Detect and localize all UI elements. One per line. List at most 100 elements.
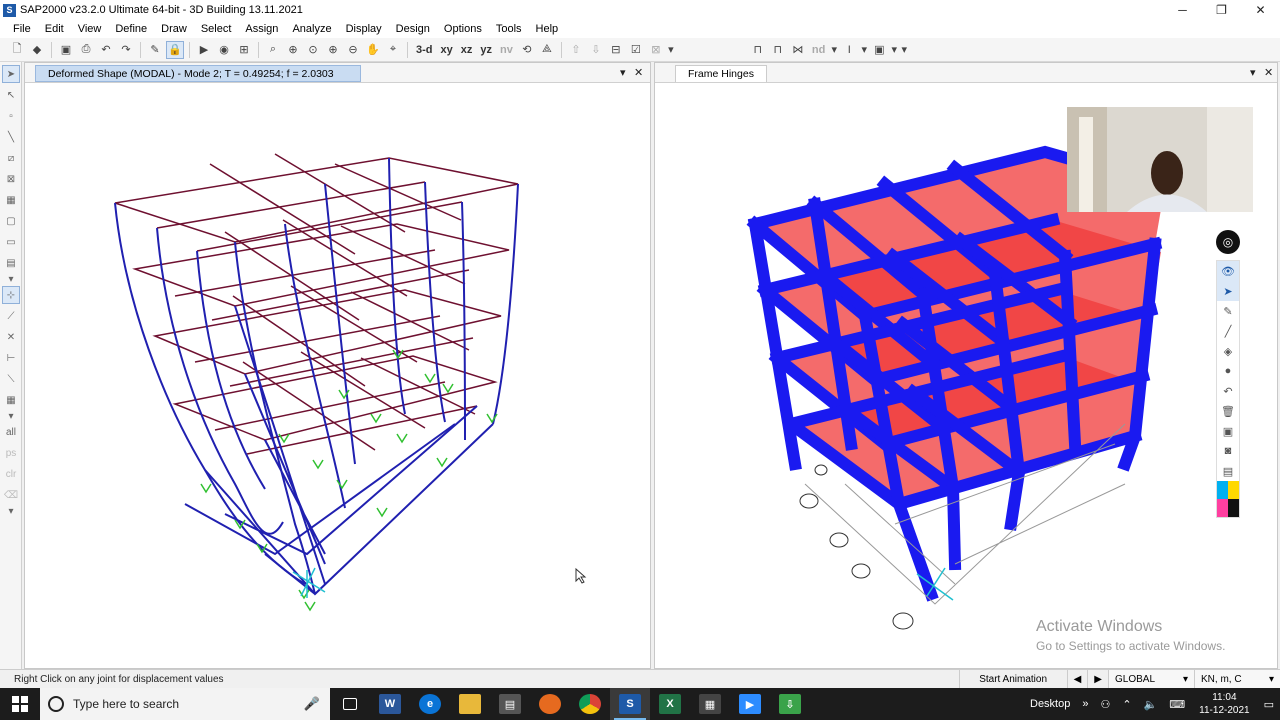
pencil-icon[interactable]: ✎ (146, 41, 164, 59)
area-icon[interactable]: ▣ (870, 41, 888, 59)
lock-model-icon[interactable]: ⊞ (235, 41, 253, 59)
zoom-previous-icon[interactable]: ⊙ (304, 41, 322, 59)
next-mode-button[interactable]: ▶ (1087, 670, 1108, 688)
view-xy-button[interactable]: xy (438, 41, 456, 59)
chevron-down-icon[interactable]: ▾ (667, 41, 675, 59)
taskbar-calculator[interactable]: ▦ (690, 688, 730, 720)
pointer-icon[interactable]: ➤ (2, 65, 20, 83)
notification-icon[interactable]: ▭ (1258, 698, 1280, 711)
clipboard-icon[interactable]: ▤ (1217, 461, 1239, 481)
taskbar-file-explorer[interactable] (450, 688, 490, 720)
draw-line-icon[interactable]: ╲ (2, 128, 20, 146)
maximize-button[interactable]: ❐ (1202, 0, 1241, 20)
pointer-icon[interactable]: ➤ (1217, 281, 1239, 301)
clr-icon[interactable]: clr (2, 465, 20, 483)
taskbar-search[interactable]: Type here to search 🎤 (40, 688, 330, 720)
draw-cross-icon[interactable]: ⊠ (2, 170, 20, 188)
taskbar-excel[interactable]: X (650, 688, 690, 720)
print-icon[interactable]: ⎙ (77, 41, 95, 59)
menu-define[interactable]: Define (108, 23, 154, 35)
menu-design[interactable]: Design (389, 23, 437, 35)
run-analysis-icon[interactable]: ▶ (195, 41, 213, 59)
reshape-icon[interactable]: ↖ (2, 86, 20, 104)
menu-tools[interactable]: Tools (489, 23, 529, 35)
menu-options[interactable]: Options (437, 23, 489, 35)
pen-icon[interactable]: ✎ (1217, 301, 1239, 321)
menu-display[interactable]: Display (339, 23, 389, 35)
trash-icon[interactable]: 🗑 (1217, 401, 1239, 421)
menu-file[interactable]: File (6, 23, 38, 35)
menu-edit[interactable]: Edit (38, 23, 71, 35)
select-x-icon[interactable]: ✕ (2, 328, 20, 346)
menu-assign[interactable]: Assign (238, 23, 285, 35)
draw-solid-icon[interactable]: ▤ (2, 254, 20, 272)
draw-multi-frame-icon[interactable]: ⊓ (769, 41, 787, 59)
pan-hand-icon[interactable]: ✋ (364, 41, 382, 59)
draw-grid-icon[interactable]: ▦ (2, 191, 20, 209)
menu-analyze[interactable]: Analyze (285, 23, 338, 35)
chevron-down-icon[interactable]: ▾ (890, 41, 898, 59)
view-3d-button[interactable]: 3-d (413, 41, 436, 59)
snap-icon[interactable]: ⊢ (2, 349, 20, 367)
view-xz-button[interactable]: xz (458, 41, 476, 59)
object-shrink-icon[interactable]: ⊠ (647, 41, 665, 59)
chevron-down-icon[interactable]: ▾ (2, 274, 20, 285)
chevron-down-icon[interactable]: ▾ (900, 41, 908, 59)
zoom-fit-icon[interactable]: ⊕ (284, 41, 302, 59)
draw-frame-icon[interactable]: ⧄ (2, 149, 20, 167)
start-animation-button[interactable]: Start Animation (958, 670, 1067, 688)
chevron-down-icon[interactable]: ▾ (830, 41, 838, 59)
taskbar-firefox[interactable] (530, 688, 570, 720)
chevron-down-icon[interactable]: ▾ (2, 506, 20, 517)
color-swatch-cyan[interactable] (1217, 481, 1228, 499)
tab-deformed-shape[interactable]: Deformed Shape (MODAL) - Mode 2; T = 0.4… (35, 65, 361, 82)
view-yz-button[interactable]: yz (477, 41, 495, 59)
camera-icon[interactable]: ◙ (1217, 441, 1239, 461)
draw-rect-area-icon[interactable]: ▭ (2, 233, 20, 251)
chevron-down-icon[interactable]: ▾ (2, 411, 20, 422)
set-display-icon[interactable]: ⊟ (607, 41, 625, 59)
taskbar-chrome[interactable] (570, 688, 610, 720)
move-down-icon[interactable]: ⇩ (587, 41, 605, 59)
color-swatch-pink[interactable] (1217, 499, 1228, 517)
minimize-button[interactable]: ─ (1163, 0, 1202, 20)
deformed-frame-view[interactable] (25, 84, 650, 668)
panel-close-icon[interactable]: ✕ (1264, 66, 1273, 79)
draw-joint-icon[interactable]: ▫ (2, 107, 20, 125)
zoom-window-icon[interactable]: ⌕ (264, 41, 282, 59)
select-all-icon[interactable]: ⊹ (2, 286, 20, 304)
taskbar-downloader[interactable]: ⇩ (770, 688, 810, 720)
panel-dropdown-icon[interactable]: ▾ (620, 66, 626, 79)
move-up-icon[interactable]: ⇧ (567, 41, 585, 59)
color-palette[interactable] (1217, 481, 1239, 517)
clear-selection-icon[interactable]: ⌫ (2, 486, 20, 504)
dot-icon[interactable]: ● (1217, 361, 1239, 381)
grid-snap-icon[interactable]: ▦ (2, 391, 20, 409)
view-nv-button[interactable]: nv (497, 41, 516, 59)
taskbar-zoom[interactable]: ▶ (730, 688, 770, 720)
draw-truss-icon[interactable]: ⋈ (789, 41, 807, 59)
save-icon[interactable]: ▣ (57, 41, 75, 59)
close-button[interactable]: ✕ (1241, 0, 1280, 20)
check-icon[interactable]: ☑ (627, 41, 645, 59)
task-view-button[interactable] (330, 688, 370, 720)
open-file-icon[interactable]: ◆ (28, 41, 46, 59)
chevron-down-icon[interactable]: ▾ (860, 41, 868, 59)
menu-draw[interactable]: Draw (154, 23, 194, 35)
perspective-icon[interactable]: ⟁ (538, 41, 556, 59)
start-button[interactable] (0, 688, 40, 720)
screen-capture-icon[interactable]: ▣ (1217, 421, 1239, 441)
taskbar-sap2000[interactable]: S (610, 688, 650, 720)
rotate-icon[interactable]: ⟲ (518, 41, 536, 59)
text-cursor-icon[interactable]: I (840, 41, 858, 59)
previous-mode-button[interactable]: ◀ (1066, 670, 1088, 688)
redo-icon[interactable]: ↷ (117, 41, 135, 59)
select-intersect-icon[interactable]: ⟋ (2, 307, 20, 325)
undo-icon[interactable]: ↶ (97, 41, 115, 59)
keyboard-icon[interactable]: ⌨ (1163, 698, 1191, 711)
snap-line-icon[interactable]: ⟍ (2, 370, 20, 388)
desktop-toolbar-label[interactable]: Desktop (1024, 698, 1076, 710)
pin-icon[interactable]: ◎ (1216, 230, 1240, 254)
run-now-icon[interactable]: ◉ (215, 41, 233, 59)
taskbar-store[interactable]: ▤ (490, 688, 530, 720)
